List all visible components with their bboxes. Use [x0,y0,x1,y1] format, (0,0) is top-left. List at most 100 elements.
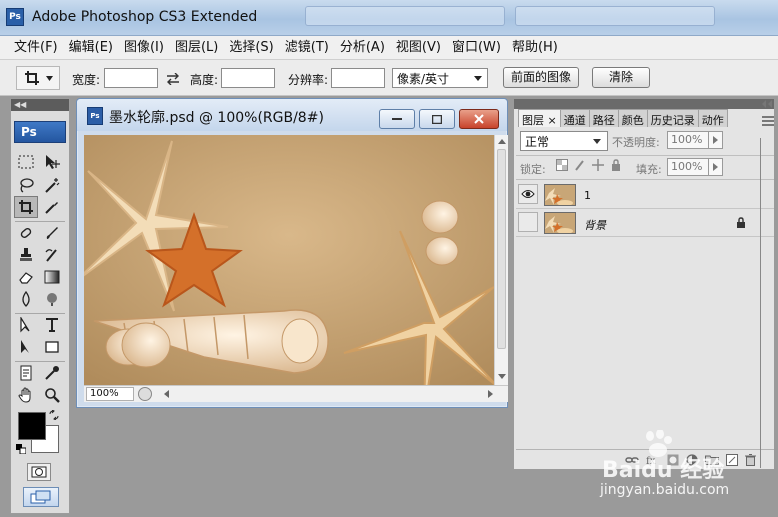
hand-tool-icon[interactable] [14,384,38,406]
history-brush-icon[interactable] [40,244,64,266]
notes-tool-icon[interactable] [14,362,38,384]
width-input[interactable] [104,68,158,88]
dock-expand-arrow-icon[interactable] [762,100,774,108]
menu-window[interactable]: 窗口(W) [448,37,508,59]
panel-collapse-bar[interactable] [514,99,774,109]
layer-visibility-toggle[interactable] [518,184,538,204]
tab-channels[interactable]: 通道 [559,109,590,127]
fill-input[interactable]: 100% [667,158,723,176]
scroll-thumb[interactable] [497,149,506,349]
layer-row-1[interactable]: 1 [516,181,774,209]
brush-tool-icon[interactable] [40,222,64,244]
tab-actions[interactable]: 动作 [697,109,728,127]
crop-tool-icon[interactable] [14,196,38,218]
swap-colors-icon[interactable] [49,410,59,420]
resolution-label: 分辨率: [288,73,329,87]
default-colors-icon[interactable] [16,444,26,454]
lock-all-icon[interactable] [610,159,622,171]
zoom-level-field[interactable]: 100% [86,387,134,401]
tab-layers[interactable]: 图层 × [518,109,561,127]
lock-position-icon[interactable] [592,159,604,171]
direct-selection-icon[interactable] [14,336,38,358]
healing-brush-icon[interactable] [14,222,38,244]
blur-tool-icon[interactable] [14,288,38,310]
menu-image[interactable]: 图像(I) [120,37,171,59]
path-selection-icon[interactable] [14,314,38,336]
eraser-tool-icon[interactable] [14,266,38,288]
layer-name[interactable]: 1 [584,189,591,202]
collapse-double-arrow-icon[interactable]: ◀◀ [11,99,69,111]
type-tool-icon[interactable] [40,314,64,336]
menu-view[interactable]: 视图(V) [392,37,448,59]
tool-preset-picker[interactable] [16,66,60,90]
minimize-button[interactable] [379,109,415,129]
photoshop-logo-icon: Ps [6,8,24,26]
tab-history[interactable]: 历史记录 [646,109,699,127]
lasso-tool-icon[interactable] [14,174,38,196]
scroll-up-arrow-icon[interactable] [498,139,506,144]
baidu-jingyan-watermark: Baidu 经验 jingyan.baidu.com [600,430,775,510]
tab-color[interactable]: 颜色 [617,109,648,127]
foreground-color-swatch[interactable] [18,412,46,440]
canvas[interactable] [84,135,494,385]
blend-mode-select[interactable]: 正常 [520,131,608,151]
eyedropper-tool-icon[interactable] [40,196,64,218]
close-icon[interactable]: × [548,114,557,127]
menu-edit[interactable]: 编辑(E) [65,37,120,59]
right-panel-dock [758,98,778,470]
background-window-ghost [515,6,715,26]
resolution-input[interactable] [331,68,385,88]
menu-file[interactable]: 文件(F) [10,37,65,59]
status-info-icon[interactable] [138,387,152,401]
rectangle-shape-icon[interactable] [40,336,64,358]
quick-mask-icon[interactable] [27,463,51,481]
lock-transparency-icon[interactable] [556,159,568,171]
resolution-unit-select[interactable]: 像素/英寸 [392,68,488,88]
scroll-left-arrow-icon[interactable] [164,390,169,398]
layer-row-background[interactable]: 背景 [516,209,774,237]
maximize-button[interactable] [419,109,455,129]
zoom-tool-icon[interactable] [40,384,64,406]
move-tool-icon[interactable] [40,151,64,173]
vertical-scrollbar[interactable] [494,135,508,385]
front-image-button[interactable]: 前面的图像 [503,67,579,88]
document-titlebar[interactable]: Ps 墨水轮廓.psd @ 100%(RGB/8#) [77,99,507,131]
magic-wand-icon[interactable] [40,174,64,196]
chevron-right-icon[interactable] [708,159,722,175]
chevron-down-icon [45,75,53,81]
dodge-tool-icon[interactable] [40,288,64,310]
menu-help[interactable]: 帮助(H) [508,37,565,59]
menu-analysis[interactable]: 分析(A) [336,37,392,59]
layers-panel: 图层 × 通道 路径 颜色 历史记录 动作 正常 不透明度: 100% 锁定: … [513,98,775,470]
blend-mode-value: 正常 [525,135,550,149]
watermark-url: jingyan.baidu.com [600,482,730,498]
color-sampler-icon[interactable] [40,362,64,384]
menu-filter[interactable]: 滤镜(T) [281,37,336,59]
fill-label: 填充: [636,163,662,176]
scroll-down-arrow-icon[interactable] [498,374,506,379]
screen-mode-icon[interactable] [23,487,59,507]
scroll-right-arrow-icon[interactable] [488,390,493,398]
opacity-input[interactable]: 100% [667,131,723,149]
menu-select[interactable]: 选择(S) [225,37,280,59]
menu-layer[interactable]: 图层(L) [171,37,225,59]
close-button[interactable] [459,109,499,129]
swap-arrows-icon[interactable] [166,73,180,85]
clone-stamp-icon[interactable] [14,244,38,266]
marquee-tool-icon[interactable] [14,151,38,173]
tab-paths[interactable]: 路径 [588,109,619,127]
dock-divider [760,138,776,468]
menu-bar: 文件(F) 编辑(E) 图像(I) 图层(L) 选择(S) 滤镜(T) 分析(A… [0,36,778,60]
height-input[interactable] [221,68,275,88]
panel-menu-icon[interactable] [762,116,774,126]
lock-pixels-icon[interactable] [574,159,586,171]
tools-ps-badge[interactable]: Ps [14,121,66,143]
layer-name[interactable]: 背景 [584,217,606,233]
eye-icon [521,190,535,198]
layer-thumbnail [544,212,576,234]
gradient-tool-icon[interactable] [40,266,64,288]
chevron-right-icon[interactable] [708,132,722,148]
chevron-down-icon [474,76,482,81]
clear-button[interactable]: 清除 [592,67,650,88]
layer-visibility-toggle[interactable] [518,212,538,232]
